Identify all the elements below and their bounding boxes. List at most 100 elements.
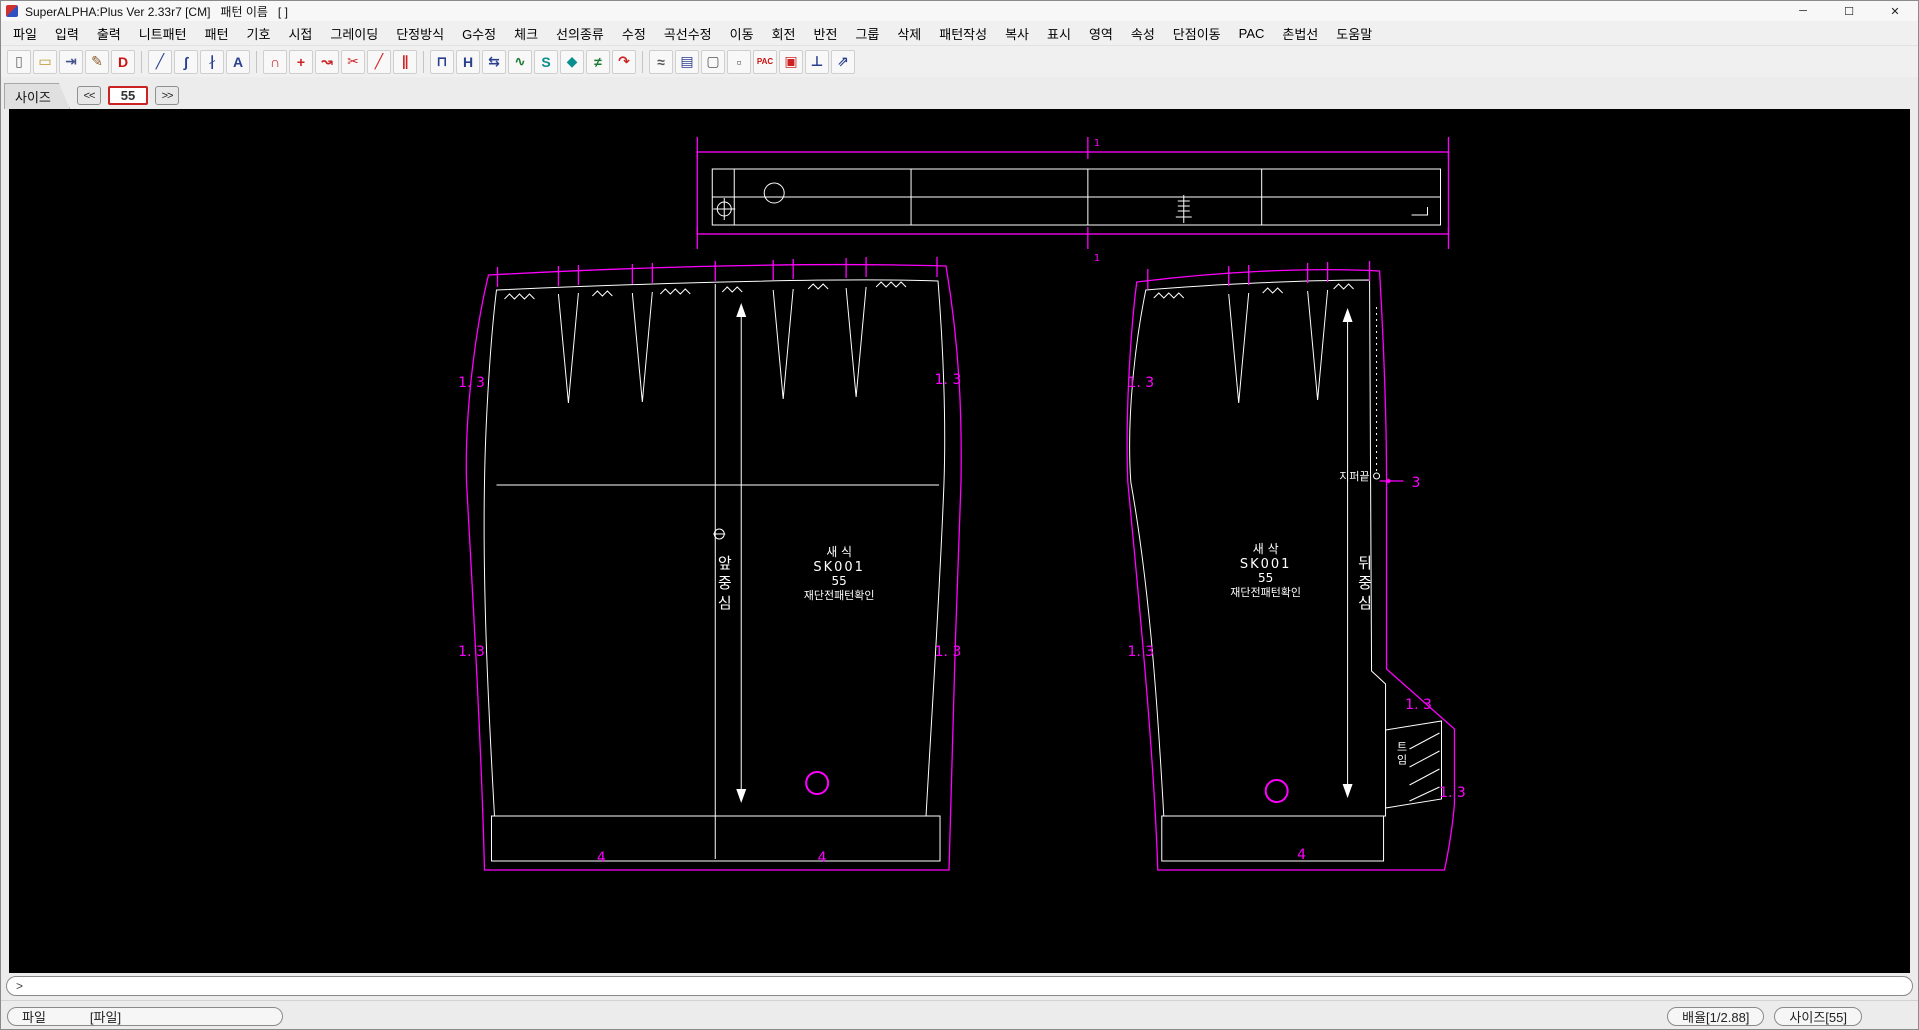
menu-item-그레이딩[interactable]: 그레이딩	[321, 22, 387, 45]
ruffle-tool-icon[interactable]: ≈	[649, 50, 673, 74]
plot-d-icon[interactable]: D	[111, 50, 135, 74]
menu-item-체크[interactable]: 체크	[505, 22, 547, 45]
h-tool-icon[interactable]: H	[456, 50, 480, 74]
measure-icon[interactable]: ⊥	[805, 50, 829, 74]
hole-mark	[1266, 780, 1288, 802]
back-info-style: SK001	[1240, 557, 1292, 572]
curve-tool-icon[interactable]: ∫	[174, 50, 198, 74]
size-prev-button[interactable]: <<	[77, 86, 101, 105]
bracket-tool-icon[interactable]: ⊓	[430, 50, 454, 74]
cross-move-icon[interactable]: +	[289, 50, 313, 74]
diamond-tool-icon[interactable]: ◆	[560, 50, 584, 74]
pattern-front-skirt[interactable]: 새 식 SK001 55 재단전패턴확인 앞중심 1. 3 1. 3 1. 3 …	[458, 257, 961, 870]
menu-item-반전[interactable]: 반전	[804, 22, 846, 45]
open-folder-icon[interactable]: ▭	[33, 50, 57, 74]
menu-item-패턴작성[interactable]: 패턴작성	[930, 22, 996, 45]
pac-icon[interactable]: PAC	[753, 50, 777, 74]
seam-width-label: 1. 3	[1127, 375, 1154, 391]
menu-item-니트패턴[interactable]: 니트패턴	[130, 22, 196, 45]
menu-item-파일[interactable]: 파일	[4, 22, 46, 45]
maximize-button[interactable]: ☐	[1826, 1, 1872, 21]
import-icon[interactable]: ⇥	[59, 50, 83, 74]
seam-width-label: 1. 3	[1439, 785, 1466, 801]
menu-item-입력[interactable]: 입력	[46, 22, 88, 45]
menu-item-속성[interactable]: 속성	[1122, 22, 1164, 45]
back-info-size: 55	[1258, 571, 1273, 585]
dashed-window-icon[interactable]: ▫	[727, 50, 751, 74]
back-info-line1: 새 삭	[1253, 542, 1279, 556]
zipper-end-label: 지퍼끝	[1339, 470, 1369, 483]
parallel-tool-icon[interactable]: ∥	[393, 50, 417, 74]
menu-item-삭제[interactable]: 삭제	[888, 22, 930, 45]
window-icon[interactable]: ▢	[701, 50, 725, 74]
s-tool-icon[interactable]: S	[534, 50, 558, 74]
cut-line-icon[interactable]: ╱	[367, 50, 391, 74]
text-tool-icon[interactable]: A	[226, 50, 250, 74]
menu-item-PAC[interactable]: PAC	[1230, 24, 1274, 43]
hem-width-label: 4	[597, 850, 606, 866]
line-tool-icon[interactable]: ╱	[148, 50, 172, 74]
file-status-value: [파일]	[90, 1007, 121, 1026]
slash-tool-icon[interactable]: ∤	[200, 50, 224, 74]
menu-item-시접[interactable]: 시접	[279, 22, 321, 45]
seam-width-label: 1. 3	[1405, 697, 1432, 713]
close-button[interactable]: ✕	[1872, 1, 1918, 21]
back-center-label: 뒤중심	[1356, 555, 1374, 615]
vent-label: 트임	[1395, 741, 1408, 767]
menu-item-촌법선[interactable]: 촌법선	[1273, 22, 1327, 45]
toolbar: ▯▭⇥✎D╱∫∤A∩+↝✂╱∥⊓H⇆∿S◆≠↷≈▤▢▫PAC▣⊥⇗	[1, 45, 1918, 77]
darts	[558, 287, 866, 403]
menu-item-표시[interactable]: 표시	[1038, 22, 1080, 45]
front-info-size: 55	[832, 574, 847, 588]
menu-item-이동[interactable]: 이동	[721, 22, 763, 45]
size-value-field[interactable]: 55	[108, 86, 148, 105]
bend-arrow-icon[interactable]: ↝	[315, 50, 339, 74]
menu-item-복사[interactable]: 복사	[996, 22, 1038, 45]
arc-tool-icon[interactable]: ∩	[263, 50, 287, 74]
menu-item-패턴[interactable]: 패턴	[196, 22, 238, 45]
pattern-canvas[interactable]: 1 1	[9, 109, 1910, 973]
menu-item-도움말[interactable]: 도움말	[1327, 22, 1381, 45]
menu-item-수정[interactable]: 수정	[613, 22, 655, 45]
pattern-waistband[interactable]: 1 1	[697, 137, 1448, 264]
menu-item-곡선수정[interactable]: 곡선수정	[655, 22, 721, 45]
arrow-ne-icon[interactable]: ⇗	[831, 50, 855, 74]
size-next-button[interactable]: >>	[155, 86, 179, 105]
seam-width-label: 1. 3	[458, 644, 485, 660]
seam-width-label: 1. 3	[935, 644, 962, 660]
waistband-tick-label: 1	[1094, 253, 1100, 264]
size-tab[interactable]: 사이즈	[4, 83, 70, 109]
menu-item-G수정[interactable]: G수정	[453, 22, 505, 45]
menu-item-영역[interactable]: 영역	[1080, 22, 1122, 45]
toolbar-separator	[256, 51, 257, 73]
file-status-pill: 파일 [파일]	[7, 1007, 283, 1026]
menu-item-단정방식[interactable]: 단정방식	[387, 22, 453, 45]
menu-item-단점이동[interactable]: 단점이동	[1164, 22, 1230, 45]
menu-item-출력[interactable]: 출력	[88, 22, 130, 45]
scissors-icon[interactable]: ✂	[341, 50, 365, 74]
file-status-label: 파일	[22, 1007, 46, 1026]
pattern-back-skirt[interactable]: 지퍼끝 뒤중심 트임 새 삭 SK001 55 재단전패턴확인 1. 3 1. …	[1127, 261, 1466, 870]
toolbar-separator	[642, 51, 643, 73]
menu-item-회전[interactable]: 회전	[763, 22, 805, 45]
wave-tool-icon[interactable]: ∿	[508, 50, 532, 74]
new-file-icon[interactable]: ▯	[7, 50, 31, 74]
minimize-button[interactable]: ─	[1780, 1, 1826, 21]
command-input[interactable]: >	[6, 976, 1913, 996]
notch-tool-icon[interactable]: ≠	[586, 50, 610, 74]
pattern-drawing: 1 1	[9, 109, 1910, 973]
menu-item-그룹[interactable]: 그룹	[846, 22, 888, 45]
zipper-seam-label: 3	[1412, 475, 1421, 491]
size-status-pill: 사이즈[55]	[1774, 1007, 1862, 1026]
red-grid-icon[interactable]: ▣	[779, 50, 803, 74]
curve-arrow-icon[interactable]: ↷	[612, 50, 636, 74]
hem-width-label: 4	[818, 850, 827, 866]
stamp-icon[interactable]: ✎	[85, 50, 109, 74]
menu-item-선의종류[interactable]: 선의종류	[547, 22, 613, 45]
end-mark	[1412, 207, 1428, 215]
waist-notches	[504, 282, 906, 299]
swap-tool-icon[interactable]: ⇆	[482, 50, 506, 74]
pages-icon[interactable]: ▤	[675, 50, 699, 74]
menu-item-기호[interactable]: 기호	[238, 22, 280, 45]
front-info-line1: 새 식	[826, 545, 852, 559]
